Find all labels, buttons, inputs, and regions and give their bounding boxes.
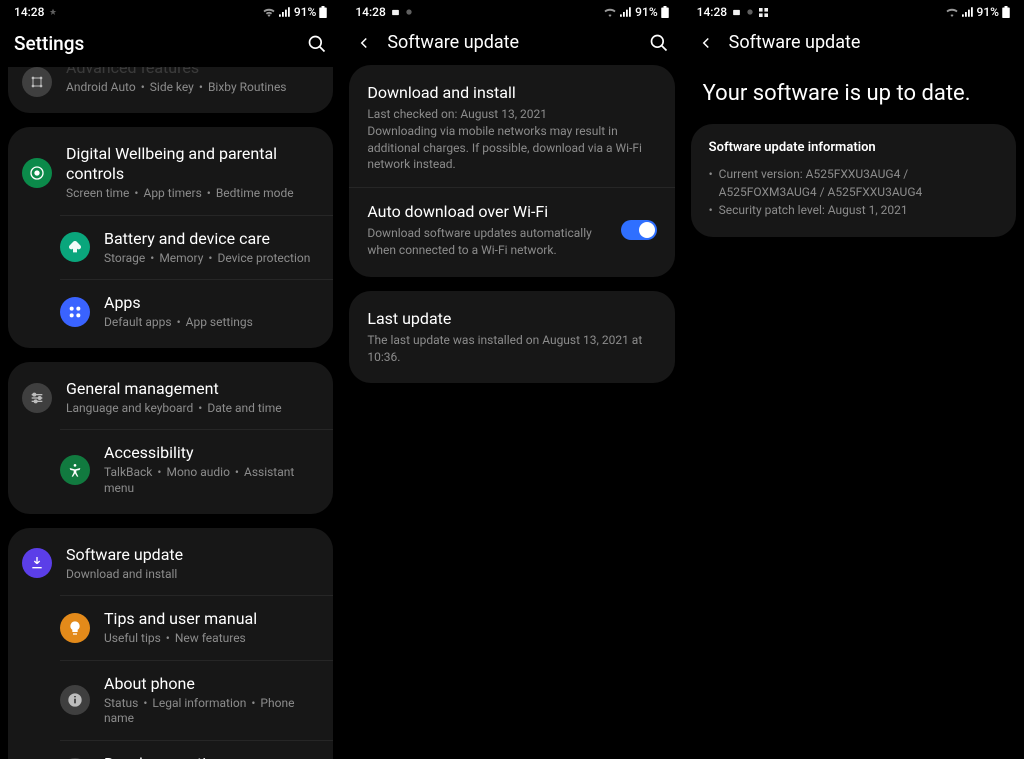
settings-row-advanced-features[interactable]: Advanced features Android AutoSide keyBi… [8, 67, 333, 109]
search-icon[interactable] [307, 34, 327, 54]
apps-icon [60, 297, 90, 327]
row-title: Apps [104, 293, 317, 313]
screen-settings: 14:28 91% Settings Advanced features [0, 0, 341, 759]
row-title: About phone [104, 674, 317, 694]
status-bar: 14:28 91% [0, 0, 341, 22]
notif-icon [391, 8, 400, 17]
settings-group-truncated: Advanced features Android AutoSide keyBi… [8, 67, 333, 113]
tips-icon [60, 613, 90, 643]
settings-row-apps[interactable]: Apps Default appsApp settings [60, 279, 333, 344]
status-time: 14:28 [14, 5, 44, 19]
row-title: Accessibility [104, 443, 317, 463]
screen-software-up-to-date: 14:28 91% Software update Your software … [683, 0, 1024, 759]
row-sub: Screen timeApp timersBedtime mode [66, 186, 317, 202]
status-time: 14:28 [697, 5, 727, 19]
row-title: Software update [66, 545, 317, 565]
row-title: General management [66, 379, 317, 399]
row-title: Tips and user manual [104, 609, 317, 629]
about-icon [60, 685, 90, 715]
battery-percent: 91% [294, 5, 316, 19]
signal-icon [620, 7, 632, 17]
settings-group: Digital Wellbeing and parental controls S… [8, 127, 333, 348]
screen-software-update: 14:28 91% Software update Download and i… [341, 0, 682, 759]
back-button[interactable] [697, 34, 715, 52]
advanced-features-icon [22, 67, 52, 97]
location-icon [405, 8, 413, 16]
row-sub: Useful tipsNew features [104, 631, 317, 647]
row-title: Battery and device care [104, 229, 317, 249]
signal-icon [962, 7, 974, 17]
up-to-date-message: Your software is up to date. [683, 65, 1024, 124]
update-info-list: Current version: A525FXXU3AUG4 / A525FOX… [709, 165, 998, 219]
update-options-card: Download and install Last checked on: Au… [349, 65, 674, 277]
row-sub: Language and keyboardDate and time [66, 401, 317, 417]
status-bar: 14:28 91% [341, 0, 682, 22]
settings-row-software-update[interactable]: Software update Download and install [8, 532, 333, 596]
download-install-row[interactable]: Download and install Last checked on: Au… [349, 69, 674, 187]
auto-download-row[interactable]: Auto download over Wi-Fi Download softwa… [349, 187, 674, 273]
row-sub: TalkBackMono audioAssistant menu [104, 465, 317, 496]
status-time: 14:28 [355, 5, 385, 19]
page-title: Software update [729, 32, 1010, 53]
settings-group: Software update Download and install Tips … [8, 528, 333, 759]
signal-icon [279, 7, 291, 17]
battery-icon [1002, 6, 1010, 18]
settings-row-developer-options[interactable]: Developer optionsDeveloper options [60, 740, 333, 759]
settings-row-battery-and-device-care[interactable]: Battery and device care StorageMemoryDevi… [60, 215, 333, 280]
settings-list[interactable]: Advanced features Android AutoSide keyBi… [0, 67, 341, 759]
row-sub: Download and install [66, 567, 317, 583]
software-update-header: Software update [341, 22, 682, 65]
location-icon [746, 8, 754, 16]
settings-row-digital-wellbeing-and-parental-controls[interactable]: Digital Wellbeing and parental controls S… [8, 131, 333, 215]
search-icon[interactable] [649, 33, 669, 53]
battery-percent: 91% [635, 5, 657, 19]
back-button[interactable] [355, 34, 373, 52]
update-icon [22, 548, 52, 578]
location-icon [49, 8, 57, 16]
row-sub: Android AutoSide keyBixby Routines [66, 80, 317, 96]
settings-row-accessibility[interactable]: AccessibilityTalkBackMono audioAssistant… [60, 429, 333, 509]
last-update-row[interactable]: Last update The last update was installe… [349, 295, 674, 380]
update-info-item: Current version: A525FXXU3AUG4 / A525FOX… [709, 165, 998, 201]
accessibility-icon [60, 455, 90, 485]
wellbeing-icon [22, 158, 52, 188]
row-sub: StorageMemoryDevice protection [104, 251, 317, 267]
row-sub: StatusLegal informationPhone name [104, 696, 317, 727]
settings-row-about-phone[interactable]: About phoneStatusLegal informationPhone … [60, 660, 333, 740]
row-title: Digital Wellbeing and parental controls [66, 144, 317, 184]
row-sub: Default appsApp settings [104, 315, 317, 331]
wifi-icon [945, 7, 959, 17]
grid-icon [759, 8, 768, 17]
settings-row-general-management[interactable]: General management Language and keyboardD… [8, 366, 333, 430]
update-info-card: Software update information Current vers… [691, 124, 1016, 237]
settings-header: Settings [0, 22, 341, 67]
update-info-item: Security patch level: August 1, 2021 [709, 201, 998, 219]
auto-download-toggle[interactable] [621, 220, 657, 240]
battery-icon [60, 232, 90, 262]
page-title: Software update [387, 32, 634, 53]
settings-group: General management Language and keyboardD… [8, 362, 333, 514]
last-update-card: Last update The last update was installe… [349, 291, 674, 384]
battery-icon [319, 6, 327, 18]
wifi-icon [262, 7, 276, 17]
battery-percent: 91% [977, 5, 999, 19]
status-bar: 14:28 91% [683, 0, 1024, 22]
battery-icon [661, 6, 669, 18]
wifi-icon [603, 7, 617, 17]
row-title: Developer options [104, 754, 317, 759]
notif-icon [732, 8, 741, 17]
update-info-heading: Software update information [709, 140, 998, 155]
settings-row-tips-and-user-manual[interactable]: Tips and user manual Useful tipsNew featu… [60, 595, 333, 660]
general-icon [22, 383, 52, 413]
page-title: Settings [14, 32, 293, 55]
software-update-header: Software update [683, 22, 1024, 65]
